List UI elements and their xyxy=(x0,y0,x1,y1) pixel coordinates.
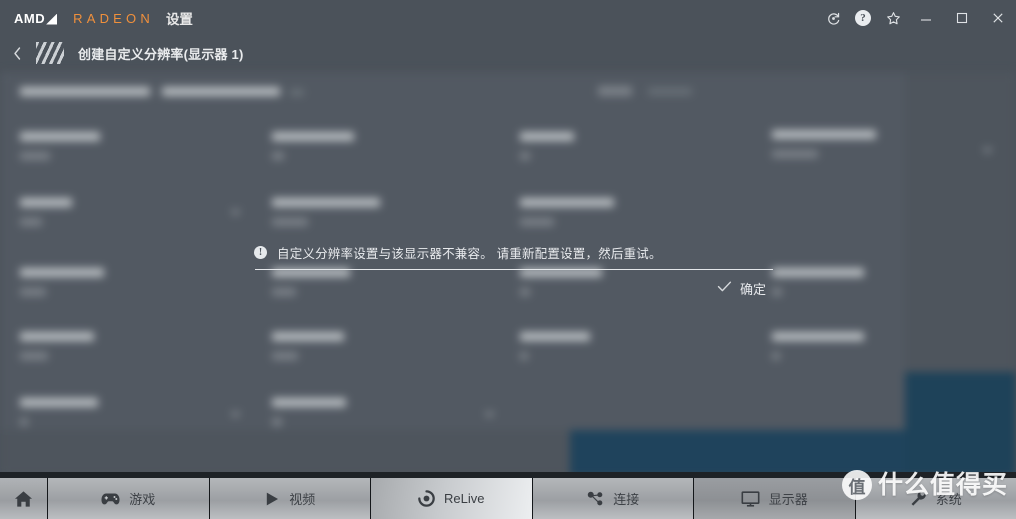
dialog-message-row: ! 自定义分辨率设置与该显示器不兼容。 请重新配置设置，然后重试。 xyxy=(240,232,788,272)
help-glyph: ? xyxy=(855,10,871,26)
dialog-message: 自定义分辨率设置与该显示器不兼容。 请重新配置设置，然后重试。 xyxy=(277,246,662,261)
tab-connect[interactable]: 连接 xyxy=(532,478,694,519)
wrench-icon xyxy=(910,490,927,507)
tab-games-label: 游戏 xyxy=(129,492,156,507)
warning-icon: ! xyxy=(254,245,267,259)
tab-relive[interactable]: ReLive xyxy=(371,478,533,519)
tab-system-label: 系统 xyxy=(935,492,962,507)
back-button[interactable] xyxy=(0,36,34,70)
confirm-button[interactable]: 确定 xyxy=(705,274,778,303)
tab-relive-label: ReLive xyxy=(444,491,485,506)
dialog-separator xyxy=(255,269,773,270)
settings-label: 设置 xyxy=(165,12,193,27)
background-blue-region-right xyxy=(905,372,1016,477)
page-title: 创建自定义分辨率(显示器 1) xyxy=(78,46,244,62)
page-header: 创建自定义分辨率(显示器 1) xyxy=(0,36,1016,70)
amd-logo: AMD xyxy=(14,10,58,26)
confirm-button-label: 确定 xyxy=(739,282,766,297)
tab-video-label: 视频 xyxy=(289,492,316,507)
checkmark-icon xyxy=(717,280,732,298)
background-lower-strip xyxy=(0,430,570,477)
tab-display-label: 显示器 xyxy=(768,492,808,507)
amd-arrow-mark xyxy=(46,13,58,25)
help-icon[interactable]: ? xyxy=(848,0,878,36)
close-button[interactable] xyxy=(980,0,1016,36)
bottom-navigation: 游戏 视频 ReLive 连接 显示器 系统 xyxy=(0,478,1016,519)
nav-home-button[interactable] xyxy=(0,478,48,519)
record-icon xyxy=(418,490,435,507)
custom-resolution-icon xyxy=(36,42,64,64)
incompatible-resolution-dialog: ! 自定义分辨率设置与该显示器不兼容。 请重新配置设置，然后重试。 确定 xyxy=(240,232,788,312)
maximize-button[interactable] xyxy=(944,0,980,36)
radeon-wordmark: RADEON xyxy=(73,10,154,26)
tab-video[interactable]: 视频 xyxy=(209,478,371,519)
tab-connect-label: 连接 xyxy=(613,492,640,507)
share-nodes-icon xyxy=(586,491,604,507)
play-icon xyxy=(264,491,280,507)
minimize-button[interactable] xyxy=(908,0,944,36)
title-bar: AMD RADEON 设置 ? xyxy=(0,0,1016,36)
favorite-star-icon[interactable] xyxy=(878,0,908,36)
gamepad-icon xyxy=(101,492,120,506)
tab-games[interactable]: 游戏 xyxy=(48,478,210,519)
home-icon xyxy=(14,490,33,508)
update-icon[interactable] xyxy=(818,0,848,36)
dialog-actions: 确定 xyxy=(705,274,778,303)
titlebar-controls: ? xyxy=(818,0,1016,36)
tab-display[interactable]: 显示器 xyxy=(694,478,856,519)
monitor-icon xyxy=(741,490,760,507)
amd-logo-text: AMD xyxy=(14,10,46,26)
tab-system[interactable]: 系统 xyxy=(855,478,1016,519)
